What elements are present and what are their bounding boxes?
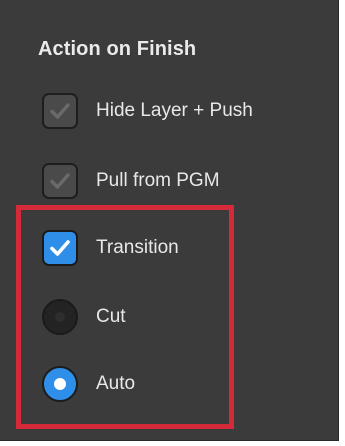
auto-label: Auto (96, 373, 136, 394)
transition-option[interactable]: Transition (38, 225, 318, 271)
radio-dot (54, 378, 66, 390)
checkmark-icon (50, 173, 70, 189)
hide-layer-push-label: Hide Layer + Push (96, 100, 253, 121)
pull-from-pgm-label: Pull from PGM (96, 170, 220, 191)
section-title: Action on Finish (38, 38, 197, 60)
cut-label: Cut (96, 306, 126, 327)
hide-layer-push-option[interactable]: Hide Layer + Push (38, 88, 318, 134)
auto-radio[interactable] (42, 366, 78, 402)
hide-layer-push-checkbox[interactable] (42, 93, 78, 129)
cut-option[interactable]: Cut (38, 294, 318, 340)
cut-radio[interactable] (42, 299, 78, 335)
transition-label: Transition (96, 237, 179, 258)
transition-checkbox[interactable] (42, 230, 78, 266)
checkmark-icon (50, 240, 70, 256)
pull-from-pgm-checkbox[interactable] (42, 163, 78, 199)
action-on-finish-panel: Action on Finish Hide Layer + Push Pull … (0, 0, 339, 441)
radio-dot (55, 312, 65, 322)
pull-from-pgm-option[interactable]: Pull from PGM (38, 158, 318, 204)
auto-option[interactable]: Auto (38, 361, 318, 407)
checkmark-icon (50, 103, 70, 119)
